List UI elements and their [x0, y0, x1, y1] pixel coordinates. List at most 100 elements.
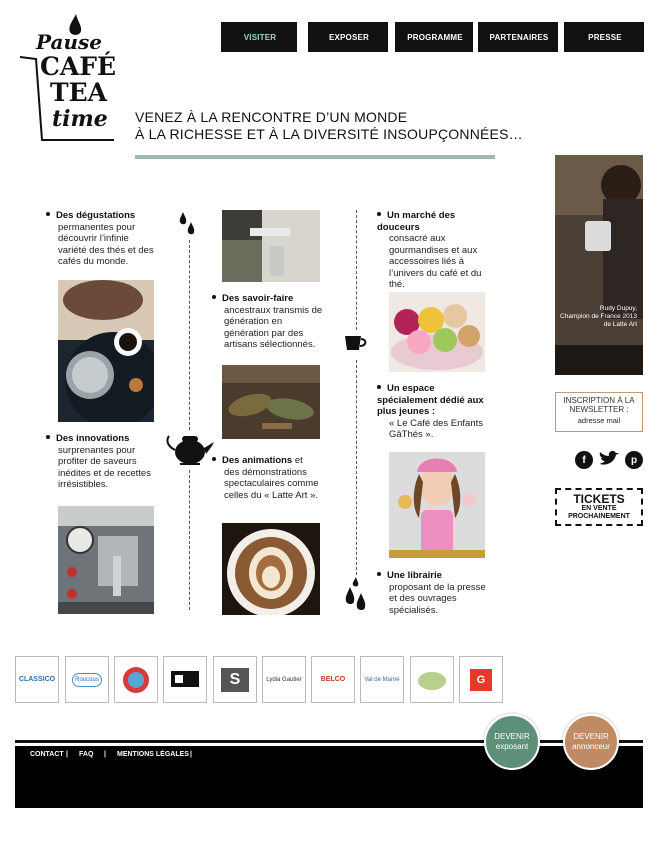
- photo-tea-pour-image: [58, 280, 154, 422]
- logo-cafe: CAFÉ: [40, 52, 117, 81]
- pinterest-glyph: p: [630, 454, 638, 466]
- footer-link-contact[interactable]: CONTACT: [30, 751, 64, 758]
- newsletter-box: INSCRIPTION À LA NEWSLETTER : adresse ma…: [555, 392, 643, 432]
- dashed-divider: [189, 470, 190, 610]
- footer-faq-label: FAQ: [79, 751, 94, 758]
- tickets-line2: PROCHAINEMENT: [568, 513, 630, 520]
- bullet: [377, 212, 381, 217]
- drops-icon: [345, 577, 366, 610]
- feature-marche: Un marché des douceurs consacré aux gour…: [377, 210, 485, 291]
- nav-exposer[interactable]: EXPOSER: [308, 22, 388, 52]
- pinterest-icon[interactable]: p: [625, 451, 643, 469]
- feature-savoir-faire-text: ancestraux transmis de génération en gén…: [224, 304, 323, 351]
- photo-child: [389, 452, 485, 558]
- feature-animations-title: Des animations: [222, 455, 293, 466]
- feature-degustations-text: permanentes pour découvrir l’infinie var…: [58, 221, 154, 268]
- page-headline: VENEZ À LA RENCONTRE D’UN MONDE À LA RIC…: [135, 109, 523, 143]
- nav-visiter-label: VISITER: [243, 32, 277, 42]
- photo-artisan-image: [222, 210, 320, 282]
- headline-divider: [135, 155, 495, 159]
- logo-tea: TEA: [50, 78, 108, 107]
- feature-savoir-faire: Des savoir-faire ancestraux transmis de …: [212, 293, 324, 351]
- partner-logo-3[interactable]: [114, 656, 158, 703]
- footer-link-mentions[interactable]: MENTIONS LÉGALES: [117, 751, 189, 758]
- twitter-icon[interactable]: [598, 450, 620, 468]
- nav-programme[interactable]: PROGRAMME: [395, 22, 473, 52]
- nav-presse-label: PRESSE: [588, 32, 622, 42]
- nav-visiter[interactable]: VISITER: [221, 22, 297, 52]
- become-exhibitor-button[interactable]: DEVENIR exposant: [484, 714, 540, 770]
- cup-icon: [345, 336, 367, 350]
- partner-logo-text: S: [221, 667, 249, 692]
- partner-logo-lydia-gautier[interactable]: Lydia Gautier: [262, 656, 306, 703]
- feature-librairie: Une librairie proposant de la presse et …: [377, 570, 487, 616]
- feature-jeunes: Un espace spécialement dédié aux plus je…: [377, 383, 487, 441]
- facebook-glyph: f: [582, 454, 586, 466]
- become-advertiser-line2: annonceur: [572, 742, 610, 751]
- newsletter-title: INSCRIPTION À LA NEWSLETTER :: [563, 396, 635, 414]
- partner-logo-4-image: [171, 670, 199, 687]
- partner-logo-g[interactable]: G: [459, 656, 503, 703]
- feature-marche-title: Un marché des douceurs: [377, 210, 456, 233]
- nav-exposer-label: EXPOSER: [328, 32, 370, 42]
- footer-separator: |: [190, 751, 192, 758]
- champion-caption: Rudy Dupuy, Champion de France 2013 de L…: [557, 305, 637, 329]
- photo-latte-art-image: [222, 523, 320, 615]
- bullet: [377, 385, 381, 390]
- partner-logo-9[interactable]: [410, 656, 454, 703]
- nav-programme-label: PROGRAMME: [407, 32, 463, 42]
- dashed-divider: [356, 360, 357, 575]
- photo-espresso-machine-image: [58, 506, 154, 614]
- partner-logo-text: BELCO: [320, 676, 346, 683]
- feature-jeunes-text: « Le Café des Enfants GâThés ».: [389, 417, 484, 441]
- tickets-badge[interactable]: TICKETS EN VENTE PROCHAINEMENT: [555, 488, 643, 526]
- bullet: [212, 295, 216, 300]
- become-advertiser-button[interactable]: DEVENIR annonceur: [563, 714, 619, 770]
- footer-separator: |: [66, 751, 68, 758]
- newsletter-email-input[interactable]: adresse mail: [556, 416, 642, 425]
- feature-degustations-title: Des dégustations: [56, 210, 136, 221]
- bullet: [212, 457, 216, 462]
- partner-logo-val-de-marne[interactable]: Val de Marne: [360, 656, 404, 703]
- facebook-icon[interactable]: f: [575, 451, 593, 469]
- logo-time: time: [52, 106, 108, 132]
- become-exhibitor-line2: exposant: [495, 742, 529, 751]
- photo-tea-pour: [58, 280, 154, 422]
- feature-librairie-title: Une librairie: [387, 570, 442, 581]
- partner-logo-4[interactable]: [163, 656, 207, 703]
- feature-innovations: Des innovations surprenantes pour profit…: [46, 433, 158, 491]
- tickets-title: TICKETS: [573, 492, 625, 506]
- partner-logo-text: Roucous: [72, 672, 102, 687]
- nav-presse[interactable]: PRESSE: [564, 22, 644, 52]
- feature-innovations-text: surprenantes pour profiter de saveurs in…: [58, 444, 151, 491]
- photo-macarons-image: [389, 292, 485, 372]
- photo-latte-art: [222, 523, 320, 615]
- nav-partenaires[interactable]: PARTENAIRES: [478, 22, 558, 52]
- logo[interactable]: Pause CAFÉ TEA time: [14, 12, 124, 142]
- feature-jeunes-title: Un espace spécialement dédié aux plus je…: [377, 383, 484, 417]
- footer-top-border: [15, 740, 643, 743]
- partner-logo-clasico[interactable]: CLASSICO: [15, 656, 59, 703]
- logo-pause: Pause: [36, 30, 102, 54]
- teapot-icon: [166, 435, 214, 465]
- photo-child-image: [389, 452, 485, 558]
- bullet: [46, 435, 50, 440]
- dashed-divider: [356, 210, 357, 330]
- champion-photo: [555, 155, 643, 375]
- bullet: [377, 572, 381, 577]
- partner-logo-s[interactable]: S: [213, 656, 257, 703]
- partner-logo-text: Lydia Gautier: [266, 676, 302, 683]
- partner-logo-text: CLASSICO: [18, 676, 56, 683]
- footer-link-faq[interactable]: FAQ: [79, 751, 93, 758]
- nav-partenaires-label: PARTENAIRES: [489, 32, 549, 42]
- feature-librairie-text: proposant de la presse et des ouvrages s…: [389, 581, 486, 616]
- partner-logo-belco[interactable]: BELCO: [311, 656, 355, 703]
- champion-banner[interactable]: Rudy Dupuy, Champion de France 2013 de L…: [555, 155, 643, 375]
- feature-degustations: Des dégustations permanentes pour découv…: [46, 210, 154, 268]
- partner-logo-roucous[interactable]: Roucous: [65, 656, 109, 703]
- bullet: [46, 212, 50, 217]
- photo-macarons: [389, 292, 485, 372]
- feature-animations: Des animations et des démonstrations spe…: [212, 455, 324, 501]
- feature-marche-text: consacré aux gourmandises et aux accesso…: [389, 233, 482, 290]
- headline-line1: VENEZ À LA RENCONTRE D’UN MONDE: [135, 109, 408, 125]
